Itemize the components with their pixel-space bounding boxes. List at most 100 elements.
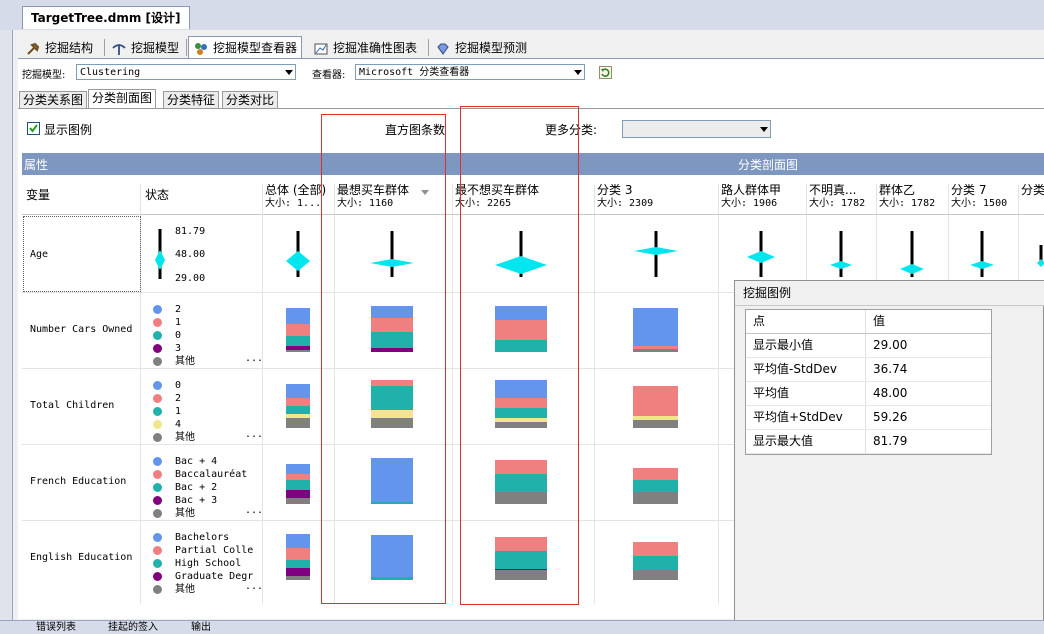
chevron-down-icon — [574, 70, 582, 75]
age-range-glyph[interactable] — [1035, 229, 1044, 279]
more-states-ellipsis[interactable]: ... — [245, 429, 263, 440]
age-range-glyph[interactable] — [632, 229, 680, 279]
age-range-glyph[interactable] — [745, 229, 777, 279]
histogram-segment — [633, 542, 678, 556]
highlight-box-most-likely-buyers — [321, 114, 446, 604]
state-color-swatch — [153, 420, 162, 429]
state-color-swatch — [153, 585, 162, 594]
chevron-down-icon — [760, 127, 768, 132]
cluster-column-header[interactable]: 分类 7 大小: 1500 — [951, 184, 1017, 210]
cluster-profiles-header: 分类剖面图 — [738, 158, 799, 172]
cluster-column-header[interactable]: 分类 — [1021, 184, 1044, 197]
age-range-glyph[interactable] — [898, 229, 926, 279]
state-histogram-bar[interactable] — [286, 384, 310, 428]
state-column-header[interactable]: 状态 — [145, 189, 169, 202]
variable-total-children[interactable]: Total Children — [30, 400, 147, 411]
state-label: 其他 — [175, 584, 195, 595]
tab-cluster-discrimination[interactable]: 分类对比 — [222, 91, 279, 109]
cluster-column-header[interactable]: 分类 3 大小: 2309 — [597, 184, 717, 210]
state-histogram-bar[interactable] — [286, 534, 310, 580]
tab-mining-model-viewer[interactable]: 挖掘模型查看器 — [188, 36, 303, 59]
cluster-viewer-icon — [194, 41, 208, 55]
variable-age[interactable]: Age — [30, 249, 147, 260]
tab-mining-model-prediction[interactable]: 挖掘模型预测 — [430, 36, 532, 60]
viewer-label: 查看器: — [312, 70, 346, 81]
state-color-swatch — [153, 394, 162, 403]
legend-col-sep — [865, 358, 866, 381]
cluster-name: 分类 3 — [597, 184, 633, 197]
variable-number-cars-owned[interactable]: Number Cars Owned — [30, 324, 147, 335]
histogram-segment — [286, 534, 310, 548]
tab-label: 挖掘准确性图表 — [333, 41, 418, 55]
state-color-swatch — [153, 572, 162, 581]
state-label: Bac + 4 — [175, 456, 218, 467]
state-item: Graduate Degr — [153, 570, 253, 583]
state-histogram-bar[interactable] — [633, 386, 678, 428]
tab-error-list[interactable]: 错误列表 — [20, 622, 76, 633]
more-states-ellipsis[interactable]: ... — [245, 505, 263, 516]
age-state-glyph — [153, 229, 167, 282]
tab-separator — [186, 39, 187, 56]
tab-mining-models[interactable]: 挖掘模型 — [106, 36, 184, 60]
legend-point: 显示最小值 — [753, 338, 814, 352]
variable-french-education[interactable]: French Education — [30, 476, 147, 487]
refresh-icon[interactable] — [599, 66, 612, 79]
show-legend-checkbox[interactable] — [27, 122, 40, 135]
histogram-segment — [286, 480, 310, 490]
variable-column-header[interactable]: 变量 — [26, 189, 50, 202]
tab-cluster-profiles[interactable]: 分类剖面图 — [88, 89, 157, 109]
cluster-name: 群体乙 — [879, 184, 916, 197]
mining-model-select[interactable]: Clustering — [76, 64, 296, 80]
histogram-segment — [286, 560, 310, 568]
cluster-column-header[interactable]: 群体乙 大小: 1782 — [879, 184, 947, 210]
diamond-icon — [436, 41, 450, 55]
state-item: 其他 — [153, 431, 195, 444]
tab-mining-structure[interactable]: 挖掘结构 — [20, 36, 98, 60]
more-states-ellipsis[interactable]: ... — [245, 353, 263, 364]
tab-cluster-characteristics[interactable]: 分类特征 — [163, 91, 220, 109]
state-histogram-bar[interactable] — [633, 468, 678, 504]
state-histogram-bar[interactable] — [633, 542, 678, 580]
cluster-column-header[interactable]: 路人群体甲 大小: 1906 — [721, 184, 805, 210]
cluster-column-header[interactable]: 不明真... 大小: 1782 — [809, 184, 875, 210]
legend-col-sep — [865, 430, 866, 453]
hammer-icon — [26, 41, 40, 55]
viewer-select[interactable]: Microsoft 分类查看器 — [355, 64, 585, 80]
legend-row: 显示最小值 29.00 — [746, 334, 991, 358]
tab-label: 挖掘模型查看器 — [213, 41, 298, 55]
tab-pending-checkins[interactable]: 挂起的签入 — [92, 622, 158, 633]
histogram-segment — [286, 384, 310, 398]
legend-value-header: 值 — [873, 314, 886, 328]
histogram-segment — [286, 418, 310, 428]
state-color-swatch — [153, 546, 162, 555]
tab-accuracy-chart[interactable]: 挖掘准确性图表 — [308, 36, 422, 60]
more-states-ellipsis[interactable]: ... — [245, 581, 263, 592]
more-clusters-select[interactable] — [622, 120, 771, 138]
age-range-glyph[interactable] — [968, 229, 996, 279]
state-item: 0 — [153, 329, 195, 342]
histogram-segment — [286, 490, 310, 498]
state-item: High School — [153, 557, 253, 570]
age-range-glyph[interactable] — [828, 229, 854, 279]
legend-value: 59.26 — [873, 410, 908, 424]
age-range-glyph[interactable] — [284, 229, 312, 279]
state-label: 其他 — [175, 356, 195, 367]
cluster-size: 大小: 1782 — [809, 198, 866, 209]
legend-title[interactable]: 挖掘图例 — [735, 281, 1044, 306]
pickaxe-icon — [112, 41, 126, 55]
state-histogram-bar[interactable] — [286, 308, 310, 352]
cluster-size: 大小: 1782 — [879, 198, 936, 209]
state-label: 1 — [175, 406, 182, 417]
state-item: 3 — [153, 342, 195, 355]
state-color-swatch — [153, 457, 162, 466]
variable-english-education[interactable]: English Education — [30, 552, 147, 563]
tab-output[interactable]: 输出 — [175, 622, 211, 633]
state-item: 其他 — [153, 507, 247, 520]
document-tab[interactable]: TargetTree.dmm [设计] — [22, 6, 190, 29]
mining-legend-window[interactable]: 挖掘图例 点 值 显示最小值 29.00 平均值-StdDev 36.74 平均值 48.… — [734, 280, 1044, 633]
state-histogram-bar[interactable] — [286, 464, 310, 504]
tab-label: 挖掘模型预测 — [455, 41, 528, 55]
state-color-swatch — [153, 483, 162, 492]
state-histogram-bar[interactable] — [633, 308, 678, 352]
tab-cluster-diagram[interactable]: 分类关系图 — [19, 91, 88, 109]
